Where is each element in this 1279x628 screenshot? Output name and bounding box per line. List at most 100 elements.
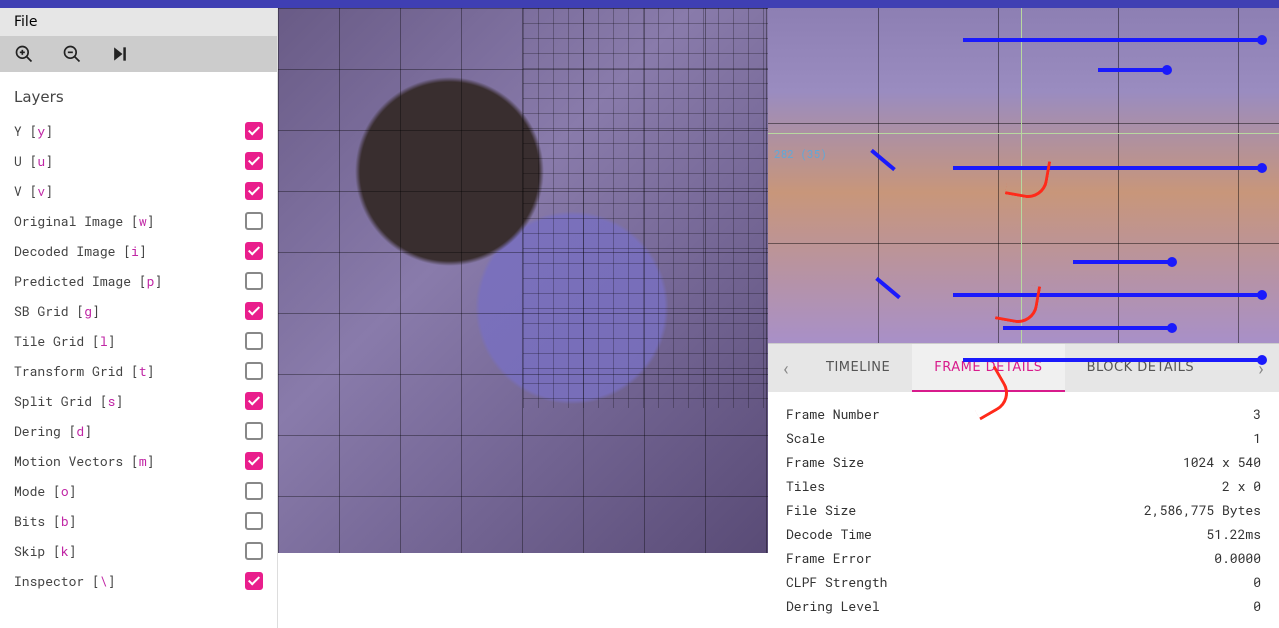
layer-label: Skip [k] <box>14 542 76 560</box>
detail-row: CLPF Strength 0 <box>786 570 1261 594</box>
layer-item[interactable]: V [v] <box>14 176 263 206</box>
layer-checkbox[interactable] <box>245 242 263 260</box>
motion-vector <box>1073 260 1173 264</box>
motion-vector <box>963 38 1263 42</box>
detail-key: File Size <box>786 501 856 519</box>
layer-item[interactable]: Dering [d] <box>14 416 263 446</box>
layer-checkbox[interactable] <box>245 452 263 470</box>
layer-item[interactable]: Bits [b] <box>14 506 263 536</box>
detail-value: 2,586,775 Bytes <box>1144 501 1261 519</box>
details-tabs: ‹ TIMELINEFRAME DETAILSBLOCK DETAILS › <box>768 344 1279 392</box>
frame-canvas[interactable] <box>278 8 768 628</box>
detail-key: Frame Error <box>786 549 872 567</box>
layer-checkbox[interactable] <box>245 212 263 230</box>
split-grid-overlay <box>523 8 768 408</box>
layer-label: Inspector [\] <box>14 572 115 590</box>
detail-row: Tiles 2 x 0 <box>786 474 1261 498</box>
layer-label: Tile Grid [l] <box>14 332 115 350</box>
layer-item[interactable]: Motion Vectors [m] <box>14 446 263 476</box>
detail-key: Dering Level <box>786 597 880 615</box>
layers-header: Layers <box>0 72 277 116</box>
layer-label: Y [y] <box>14 122 53 140</box>
layer-item[interactable]: Split Grid [s] <box>14 386 263 416</box>
frame-details-body: Frame Number3Scale1Frame Size1024 x 540T… <box>768 392 1279 628</box>
menu-file[interactable]: File <box>14 14 37 30</box>
detail-key: Frame Number <box>786 405 880 423</box>
detail-value: 0.0000 <box>1214 549 1261 567</box>
motion-vector <box>963 358 1263 362</box>
toolbar <box>0 36 277 72</box>
zoom-in-icon[interactable] <box>14 44 34 64</box>
layer-checkbox[interactable] <box>245 182 263 200</box>
layer-checkbox[interactable] <box>245 482 263 500</box>
detail-row: Scale 1 <box>786 426 1261 450</box>
detail-row: Frame Error 0.0000 <box>786 546 1261 570</box>
detail-key: Frame Size <box>786 453 864 471</box>
motion-vector <box>953 166 1263 170</box>
menu-bar: File <box>0 8 277 36</box>
layer-item[interactable]: Skip [k] <box>14 536 263 566</box>
detail-key: Scale <box>786 429 825 447</box>
layer-label: Split Grid [s] <box>14 392 123 410</box>
layer-item[interactable]: Decoded Image [i] <box>14 236 263 266</box>
layer-label: Transform Grid [t] <box>14 362 154 380</box>
layer-checkbox[interactable] <box>245 422 263 440</box>
detail-value: 2 x 0 <box>1222 477 1261 495</box>
layer-label: Dering [d] <box>14 422 92 440</box>
layer-checkbox[interactable] <box>245 302 263 320</box>
layer-label: V [v] <box>14 182 53 200</box>
layer-label: Bits [b] <box>14 512 76 530</box>
crosshair-horizontal <box>768 133 1279 134</box>
detail-value: 0 <box>1253 573 1261 591</box>
cursor-readout: 282 (35) <box>774 146 827 161</box>
motion-vector <box>1003 326 1173 330</box>
layer-checkbox[interactable] <box>245 512 263 530</box>
detail-row: Dering Level 0 <box>786 594 1261 618</box>
sidebar: File Layers Y [y] U [u] V [v] Original Imag… <box>0 8 278 628</box>
motion-vector <box>1098 68 1168 72</box>
layer-item[interactable]: Mode [o] <box>14 476 263 506</box>
tabs-prev-icon[interactable]: ‹ <box>768 356 804 380</box>
detail-value: 51.22ms <box>1206 525 1261 543</box>
layer-label: Predicted Image [p] <box>14 272 162 290</box>
layer-checkbox[interactable] <box>245 542 263 560</box>
detail-key: Tiles <box>786 477 825 495</box>
step-forward-icon[interactable] <box>110 44 130 64</box>
layer-item[interactable]: U [u] <box>14 146 263 176</box>
detail-key: CLPF Strength <box>786 573 887 591</box>
layer-item[interactable]: Tile Grid [l] <box>14 326 263 356</box>
layers-list: Y [y] U [u] V [v] Original Image [w] Decoded… <box>0 116 277 628</box>
detail-row: Frame Number 3 <box>786 402 1261 426</box>
layer-item[interactable]: SB Grid [g] <box>14 296 263 326</box>
detail-row: Decode Time 51.22ms <box>786 522 1261 546</box>
layer-item[interactable]: Original Image [w] <box>14 206 263 236</box>
details-pane: ‹ TIMELINEFRAME DETAILSBLOCK DETAILS › F… <box>768 343 1279 628</box>
layer-label: Mode [o] <box>14 482 76 500</box>
layer-item[interactable]: Inspector [\] <box>14 566 263 596</box>
app-topbar <box>0 0 1279 8</box>
layer-checkbox[interactable] <box>245 362 263 380</box>
layer-checkbox[interactable] <box>245 332 263 350</box>
layer-checkbox[interactable] <box>245 572 263 590</box>
tab-timeline[interactable]: TIMELINE <box>804 344 912 392</box>
detail-value: 3 <box>1253 405 1261 423</box>
layer-label: U [u] <box>14 152 53 170</box>
zoom-canvas[interactable]: 282 (35) <box>768 8 1279 343</box>
layer-item[interactable]: Transform Grid [t] <box>14 356 263 386</box>
tab-block-details[interactable]: BLOCK DETAILS <box>1065 344 1217 392</box>
layer-label: Original Image [w] <box>14 212 154 230</box>
layer-checkbox[interactable] <box>245 122 263 140</box>
layer-checkbox[interactable] <box>245 272 263 290</box>
layer-checkbox[interactable] <box>245 392 263 410</box>
detail-row: Frame Size1024 x 540 <box>786 450 1261 474</box>
layer-label: Motion Vectors [m] <box>14 452 154 470</box>
layer-item[interactable]: Predicted Image [p] <box>14 266 263 296</box>
detail-value: 0 <box>1253 597 1261 615</box>
layer-checkbox[interactable] <box>245 152 263 170</box>
detail-key: Decode Time <box>786 525 872 543</box>
detail-row: File Size 2,586,775 Bytes <box>786 498 1261 522</box>
detail-value: 1 <box>1253 429 1261 447</box>
zoom-out-icon[interactable] <box>62 44 82 64</box>
layer-label: Decoded Image [i] <box>14 242 147 260</box>
layer-item[interactable]: Y [y] <box>14 116 263 146</box>
